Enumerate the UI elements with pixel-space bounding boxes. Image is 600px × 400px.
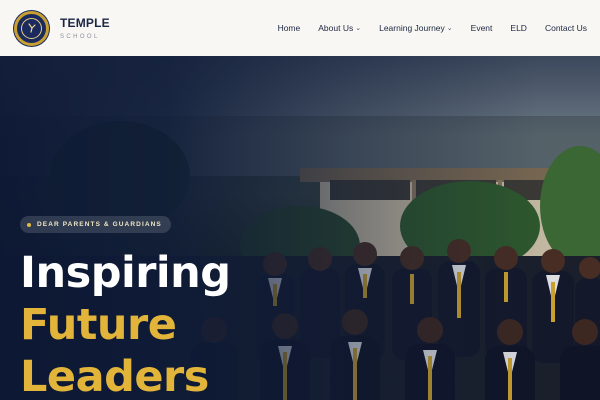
nav-label: Contact Us [544, 23, 587, 33]
nav-item-contact-us[interactable]: Contact Us [536, 23, 596, 33]
main-navigation: Home About Us ⌄ Learning Journey ⌄ Event… [269, 23, 596, 33]
headline-line-3: Leaders [20, 352, 209, 400]
hero-headline: Inspiring Future Leaders [20, 247, 231, 400]
nav-item-home[interactable]: Home [269, 23, 310, 33]
nav-item-event[interactable]: Event [462, 23, 502, 33]
brand-subtitle: SCHOOL [60, 33, 100, 40]
hero-badge: DEAR PARENTS & GUARDIANS [20, 216, 171, 233]
chevron-down-icon: ⌄ [355, 25, 362, 32]
chevron-down-icon: ⌄ [446, 25, 453, 32]
nav-item-about-us[interactable]: About Us ⌄ [309, 23, 370, 33]
nav-label: ELD [510, 23, 527, 33]
dot-icon [27, 222, 31, 227]
nav-label: About Us [318, 23, 354, 33]
school-crest-icon [14, 10, 49, 46]
nav-label: Home [277, 23, 301, 33]
hero-section: DEAR PARENTS & GUARDIANS Inspiring Futur… [0, 56, 600, 400]
headline-line-1: Inspiring [20, 248, 231, 298]
brand-logo-link[interactable]: TEMPLE SCHOOL [14, 10, 110, 46]
nav-item-learning-journey[interactable]: Learning Journey ⌄ [370, 23, 462, 33]
nav-item-eld[interactable]: ELD [501, 23, 536, 33]
nav-label: Learning Journey [379, 23, 445, 33]
nav-label: Event [470, 23, 493, 33]
badge-label: DEAR PARENTS & GUARDIANS [37, 221, 162, 228]
headline-line-2: Future [20, 300, 177, 350]
brand-name: TEMPLE [60, 15, 110, 30]
site-header: TEMPLE SCHOOL Home About Us ⌄ Learning J… [0, 0, 600, 56]
